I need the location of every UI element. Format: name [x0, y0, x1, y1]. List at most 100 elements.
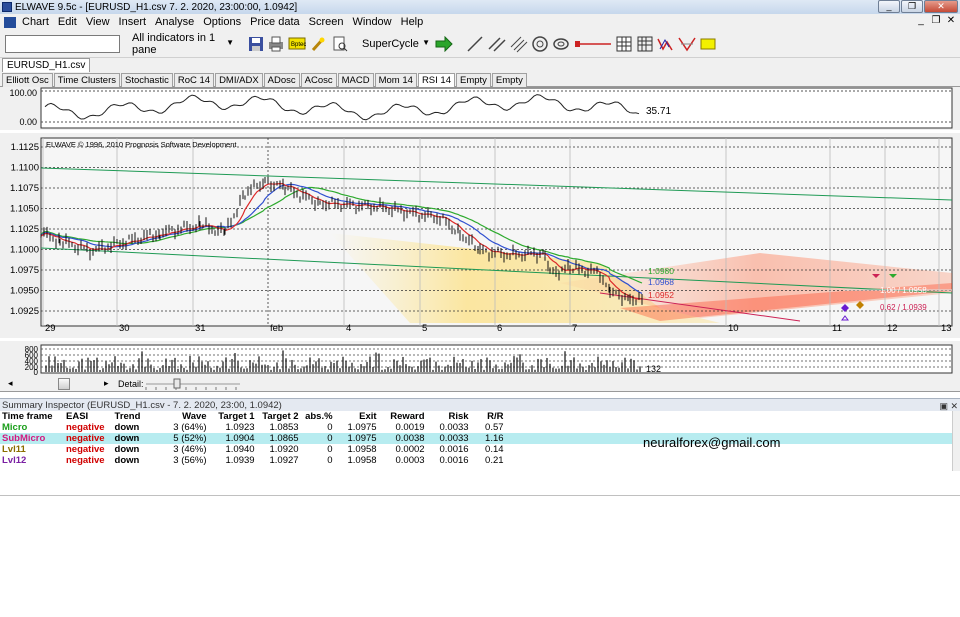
summary-inspector-header: Summary Inspector (EURUSD_H1.csv - 7. 2.… — [0, 398, 960, 411]
exit-cell: 1.0975 — [334, 433, 379, 444]
table-row[interactable]: SubMicro negative down 5 (52%) 1.0904 1.… — [0, 433, 952, 444]
date-label: feb — [270, 323, 283, 334]
grid-icon[interactable] — [614, 34, 634, 54]
menu-screen[interactable]: Screen — [309, 16, 344, 28]
column-header[interactable]: EASI — [58, 411, 107, 422]
column-header[interactable]: Reward — [379, 411, 427, 422]
window-title: ELWAVE 9.5c - [EURUSD_H1.csv 7. 2. 2020,… — [15, 1, 298, 13]
wand-icon[interactable] — [308, 34, 328, 54]
wave-pattern-icon[interactable] — [656, 34, 676, 54]
date-label: 31 — [195, 323, 206, 334]
maximize-button[interactable]: ❐ — [901, 0, 923, 13]
channel-icon[interactable] — [509, 34, 529, 54]
scroll-right-icon[interactable]: ▸ — [104, 378, 109, 389]
menu-insert[interactable]: Insert — [119, 16, 147, 28]
column-header[interactable]: Target 2 — [257, 411, 301, 422]
table-row[interactable]: Lvl12 negative down 3 (56%) 1.0939 1.092… — [0, 455, 952, 466]
table-grid-icon[interactable] — [635, 34, 655, 54]
doc-minimize-button[interactable]: _ — [914, 15, 928, 28]
volume-last-value: 132 — [646, 364, 661, 374]
table-row[interactable]: Lvl11 negative down 3 (46%) 1.0940 1.092… — [0, 444, 952, 455]
tab-time-clusters[interactable]: Time Clusters — [53, 73, 121, 87]
go-arrow-icon[interactable] — [434, 34, 454, 54]
rsi-chart[interactable]: 100.00 0.00 35.71 — [0, 87, 960, 130]
abs-cell: 0 — [300, 433, 335, 444]
tab-stochastic[interactable]: Stochastic — [121, 73, 173, 87]
scroll-left-icon[interactable]: ◂ — [8, 378, 13, 389]
rr-cell: 0.57 — [485, 422, 504, 433]
risk-cell: 0.0033 — [426, 433, 471, 444]
close-button[interactable]: ✕ — [924, 0, 958, 13]
tab-adosc[interactable]: ADosc — [263, 73, 300, 87]
doc-restore-button[interactable]: ❐ — [929, 15, 943, 28]
menu-edit[interactable]: Edit — [58, 16, 77, 28]
document-icon[interactable] — [4, 16, 16, 28]
tab-dmi-adx[interactable]: DMI/ADX — [215, 73, 263, 87]
parallel-lines-icon[interactable] — [487, 34, 507, 54]
tab-empty-1[interactable]: Empty — [455, 73, 491, 87]
abs-cell: 0 — [327, 455, 333, 466]
save-icon[interactable] — [246, 34, 266, 54]
detail-slider[interactable] — [144, 378, 244, 391]
column-header[interactable]: Time frame — [0, 411, 58, 422]
menu-window[interactable]: Window — [353, 16, 392, 28]
tab-elliott-osc[interactable]: Elliott Osc — [2, 73, 53, 87]
zigzag-icon[interactable] — [677, 34, 697, 54]
tab-acosc[interactable]: ACosc — [300, 73, 337, 87]
cycle-dropdown[interactable]: SuperCycle ▼ — [358, 35, 432, 53]
date-label: 30 — [119, 323, 130, 334]
trendline-icon[interactable] — [465, 34, 485, 54]
volume-chart[interactable]: 800 600 400 200 0 132 — [0, 341, 960, 377]
timeframe-cell: Micro — [2, 422, 28, 433]
analyse-icon[interactable]: Bptec — [287, 34, 307, 54]
rsi-y-label-max: 100.00 — [9, 88, 37, 98]
symbol-input[interactable] — [5, 35, 120, 53]
date-label: 29 — [45, 323, 56, 334]
tab-roc-14[interactable]: RoC 14 — [173, 73, 215, 87]
column-header[interactable]: R/R — [471, 411, 506, 422]
wave-cell: 3 (64%) — [173, 422, 207, 433]
minimize-button[interactable]: _ — [878, 0, 900, 13]
trend-cell: down — [114, 422, 140, 433]
table-row[interactable]: Micro negative down 3 (64%) 1.0923 1.085… — [0, 422, 952, 433]
menu-analyse[interactable]: Analyse — [155, 16, 194, 28]
horizontal-line-icon[interactable] — [573, 34, 613, 54]
doc-close-button[interactable]: ✕ — [944, 15, 958, 28]
column-header[interactable]: Trend — [107, 411, 157, 422]
price-y-label: 1.0950 — [10, 286, 39, 297]
tab-empty-2[interactable]: Empty — [491, 73, 527, 87]
summary-inspector-title: Summary Inspector (EURUSD_H1.csv - 7. 2.… — [2, 400, 282, 411]
reward-cell: 0.0003 — [395, 455, 425, 466]
tab-rsi-14[interactable]: RSI 14 — [417, 73, 455, 87]
menu-help[interactable]: Help — [401, 16, 424, 28]
wave-cell: 3 (46%) — [173, 444, 207, 455]
column-header[interactable]: Target 1 — [209, 411, 257, 422]
toolbar: All indicators in 1 pane ▼ Bptec SuperCy… — [0, 30, 960, 58]
indicators-dropdown[interactable]: All indicators in 1 pane ▼ — [128, 32, 236, 56]
column-header[interactable]: abs.% — [301, 411, 335, 422]
menu-view[interactable]: View — [86, 16, 110, 28]
document-window-controls: _ ❐ ✕ — [914, 15, 958, 28]
target2-cell: 1.0865 — [256, 433, 301, 444]
tab-macd[interactable]: MACD — [337, 73, 374, 87]
file-tab[interactable]: EURUSD_H1.csv — [2, 58, 91, 72]
menu-chart[interactable]: Chart — [22, 16, 49, 28]
price-y-label: 1.1125 — [11, 142, 39, 153]
circle-icon[interactable] — [530, 34, 550, 54]
abs-cell: 0 — [327, 444, 333, 455]
menu-price-data[interactable]: Price data — [250, 16, 300, 28]
tab-mom-14[interactable]: Mom 14 — [374, 73, 417, 87]
print-icon[interactable] — [266, 34, 286, 54]
highlight-box-icon[interactable] — [698, 34, 718, 54]
price-chart[interactable]: ELWAVE © 1996, 2010 Prognosis Software D… — [0, 133, 960, 338]
column-header[interactable]: Risk — [427, 411, 471, 422]
summary-scrollbar[interactable] — [952, 411, 960, 471]
column-header[interactable]: Exit — [335, 411, 379, 422]
spiral-icon[interactable] — [551, 34, 571, 54]
target2-cell: 1.0927 — [269, 455, 299, 466]
rr-cell: 0.21 — [485, 455, 504, 466]
column-header[interactable]: Wave — [157, 411, 209, 422]
scroll-thumb[interactable] — [58, 378, 70, 390]
document-search-icon[interactable] — [330, 34, 350, 54]
menu-options[interactable]: Options — [203, 16, 241, 28]
